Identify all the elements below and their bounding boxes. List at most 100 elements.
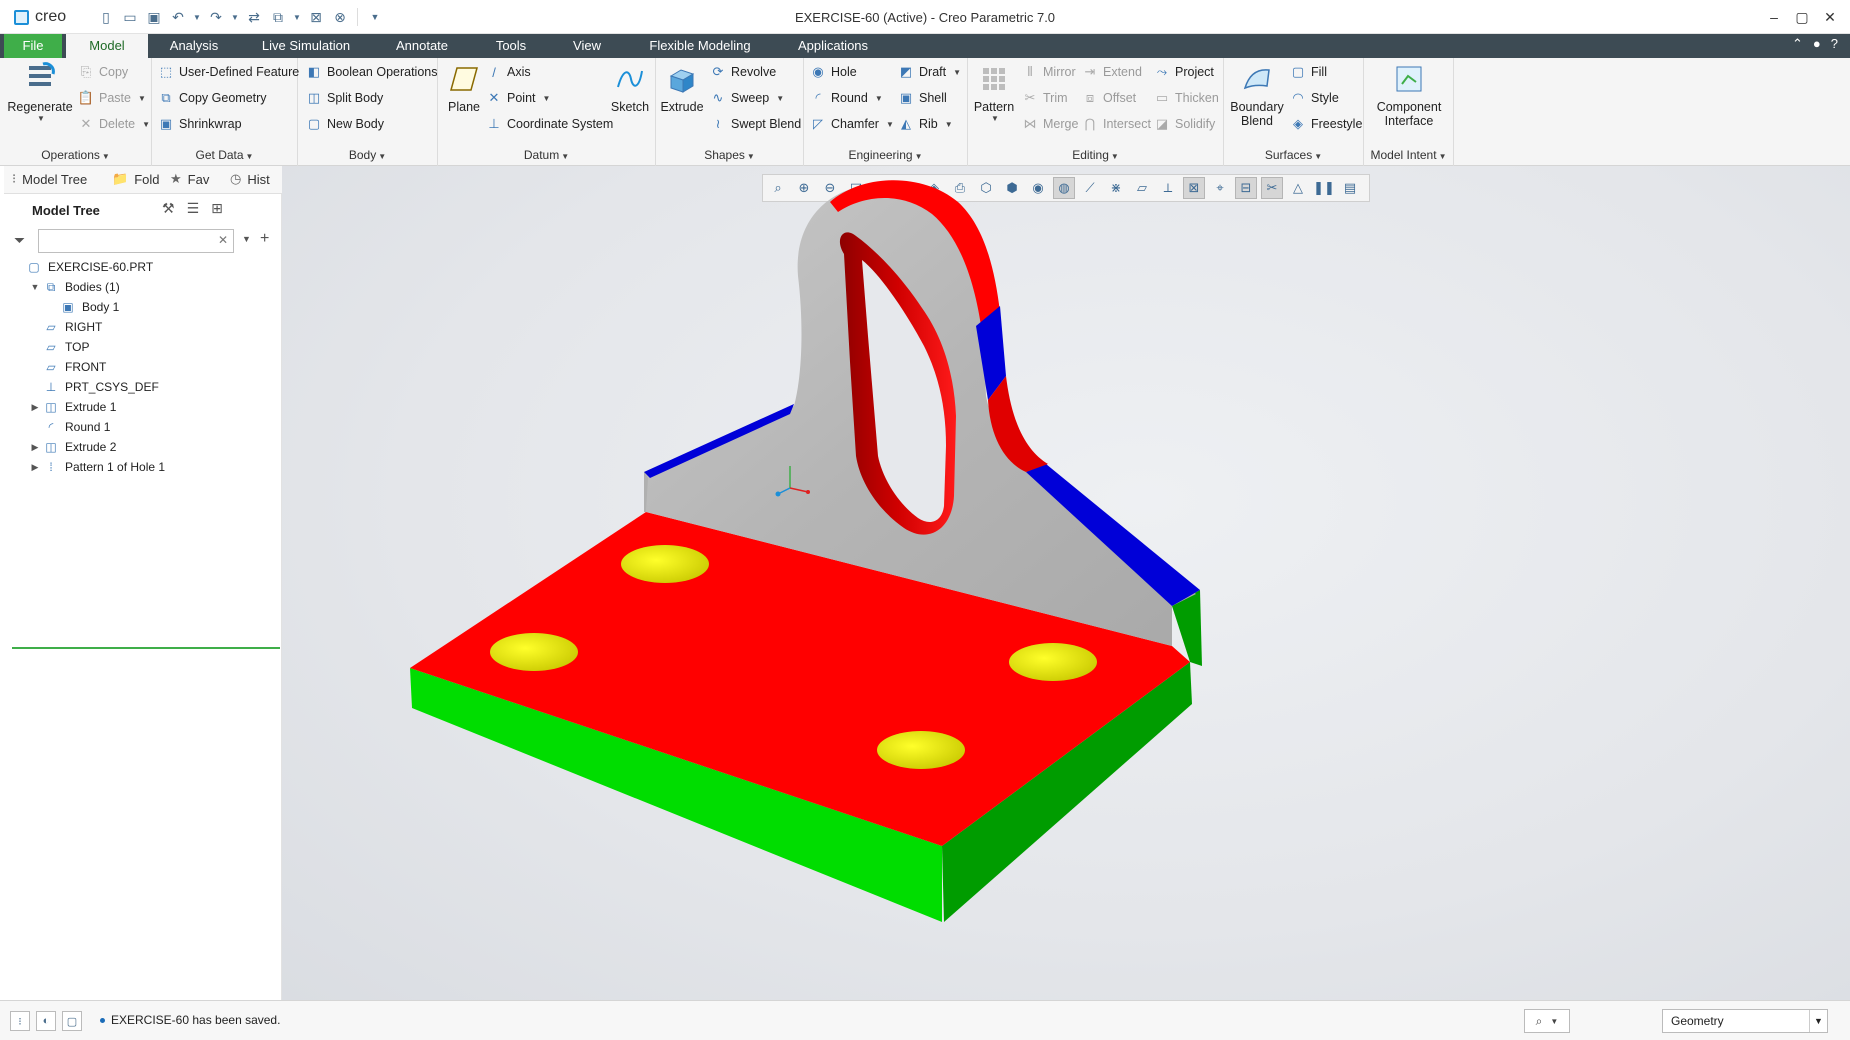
tab-folder-browser[interactable]: 📁 Fold: [112, 171, 159, 187]
chamfer-button[interactable]: ◸ Chamfer ▼: [810, 116, 894, 132]
expand-icon[interactable]: ▶: [29, 442, 41, 453]
freestyle-button[interactable]: ◈ Freestyle: [1290, 116, 1362, 132]
windows-icon[interactable]: ⧉: [268, 7, 288, 27]
tab-favorites[interactable]: ★ Fav: [170, 171, 209, 187]
paste-dropdown-icon[interactable]: ▼: [138, 94, 146, 103]
undo-dropdown-icon[interactable]: ▼: [192, 7, 202, 27]
tab-model[interactable]: Model: [66, 34, 148, 58]
new-body-button[interactable]: ▢ New Body: [306, 116, 384, 132]
tree-search-input[interactable]: [38, 229, 234, 253]
rib-dropdown-icon[interactable]: ▼: [945, 120, 953, 129]
tree-node[interactable]: ⊥ PRT_CSYS_DEF: [12, 377, 280, 397]
tree-node[interactable]: ▢ EXERCISE-60.PRT: [12, 257, 280, 277]
notification-icon[interactable]: ●: [1813, 36, 1821, 52]
sketch-button[interactable]: Sketch: [608, 62, 652, 114]
tab-file[interactable]: File: [4, 34, 62, 58]
draft-dropdown-icon[interactable]: ▼: [953, 68, 961, 77]
full-screen-icon[interactable]: ▢: [62, 1011, 82, 1031]
collapse-ribbon-icon[interactable]: ⌃: [1792, 36, 1803, 52]
shrinkwrap-button[interactable]: ▣ Shrinkwrap: [158, 116, 242, 132]
selection-filter-select[interactable]: Geometry ▼: [1662, 1009, 1828, 1033]
collapse-icon[interactable]: ▼: [29, 282, 41, 292]
round-dropdown-icon[interactable]: ▼: [875, 94, 883, 103]
axis-button[interactable]: / Axis: [486, 64, 530, 80]
close-window-button[interactable]: ✕: [1816, 4, 1844, 30]
tab-history[interactable]: ◷ Hist: [230, 171, 270, 187]
customize-dropdown-icon[interactable]: ▼: [365, 7, 385, 27]
tree-columns-icon[interactable]: ☰: [187, 200, 200, 217]
offset-button[interactable]: ⧈ Offset: [1082, 90, 1136, 106]
get-data-group-label[interactable]: Get Data ▼: [152, 148, 297, 162]
close-window-icon[interactable]: ⊠: [306, 7, 326, 27]
show-browser-icon[interactable]: ◐: [36, 1011, 56, 1031]
tree-node[interactable]: ▶ ◫ Extrude 2: [12, 437, 280, 457]
revolve-button[interactable]: ⟳ Revolve: [710, 64, 777, 80]
copy-button[interactable]: ⎘ Copy: [78, 64, 128, 80]
round-button[interactable]: ◜ Round ▼: [810, 90, 883, 106]
tab-live-simulation[interactable]: Live Simulation: [252, 34, 360, 58]
datum-group-label[interactable]: Datum ▼: [438, 148, 655, 162]
tree-node[interactable]: ▶ ⁞ Pattern 1 of Hole 1: [12, 457, 280, 477]
tab-view[interactable]: View: [568, 34, 606, 58]
clear-search-icon[interactable]: ✕: [218, 233, 228, 247]
open-folder-icon[interactable]: ▭: [120, 7, 140, 27]
plane-button[interactable]: Plane: [442, 62, 486, 114]
save-icon[interactable]: ▣: [144, 7, 164, 27]
thicken-button[interactable]: ▭ Thicken: [1154, 90, 1219, 106]
mirror-button[interactable]: ⫴ Mirror: [1022, 64, 1075, 80]
copy-geometry-button[interactable]: ⧉ Copy Geometry: [158, 90, 266, 106]
solidify-button[interactable]: ◪ Solidify: [1154, 116, 1215, 132]
sweep-button[interactable]: ∿ Sweep ▼: [710, 90, 785, 106]
body-group-label[interactable]: Body ▼: [298, 148, 437, 162]
draft-button[interactable]: ◩ Draft ▼: [898, 64, 961, 80]
pattern-dropdown-icon[interactable]: ▼: [991, 114, 999, 123]
regenerate-icon[interactable]: ⇄: [244, 7, 264, 27]
help-icon[interactable]: ?: [1831, 36, 1838, 52]
add-icon[interactable]: +: [260, 230, 269, 248]
boolean-operations-button[interactable]: ◧ Boolean Operations: [306, 64, 438, 80]
search-dropdown-icon[interactable]: ▼: [242, 234, 251, 244]
swept-blend-button[interactable]: ≀ Swept Blend: [710, 116, 802, 132]
boundary-blend-button[interactable]: Boundary Blend: [1228, 62, 1286, 128]
sweep-dropdown-icon[interactable]: ▼: [776, 94, 784, 103]
pattern-button[interactable]: Pattern ▼: [970, 62, 1018, 123]
redo-icon[interactable]: ↷: [206, 7, 226, 27]
chevron-down-icon[interactable]: ▼: [1809, 1010, 1827, 1032]
windows-dropdown-icon[interactable]: ▼: [292, 7, 302, 27]
hole-button[interactable]: ◉ Hole: [810, 64, 856, 80]
project-button[interactable]: ⤳ Project: [1154, 64, 1214, 80]
tree-node[interactable]: ◜ Round 1: [12, 417, 280, 437]
regenerate-button[interactable]: Regenerate ▼: [7, 62, 73, 123]
point-button[interactable]: ✕ Point ▼: [486, 90, 551, 106]
shapes-group-label[interactable]: Shapes ▼: [656, 148, 803, 162]
tab-annotate[interactable]: Annotate: [386, 34, 458, 58]
intersect-button[interactable]: ⋂ Intersect: [1082, 116, 1151, 132]
new-file-icon[interactable]: ▯: [96, 7, 116, 27]
engineering-group-label[interactable]: Engineering ▼: [804, 148, 967, 162]
shell-button[interactable]: ▣ Shell: [898, 90, 947, 106]
editing-group-label[interactable]: Editing ▼: [968, 148, 1223, 162]
expand-icon[interactable]: ▶: [29, 462, 41, 473]
delete-dropdown-icon[interactable]: ▼: [142, 120, 150, 129]
regenerate-dropdown-icon[interactable]: ▼: [37, 114, 45, 123]
extend-button[interactable]: ⇥ Extend: [1082, 64, 1142, 80]
3d-part-model[interactable]: [282, 166, 1850, 1000]
chamfer-dropdown-icon[interactable]: ▼: [886, 120, 894, 129]
tab-flexible-modeling[interactable]: Flexible Modeling: [640, 34, 760, 58]
point-dropdown-icon[interactable]: ▼: [543, 94, 551, 103]
paste-button[interactable]: 📋 Paste ▼: [78, 90, 146, 106]
tree-node[interactable]: ▱ FRONT: [12, 357, 280, 377]
tab-tools[interactable]: Tools: [488, 34, 534, 58]
coordinate-system-button[interactable]: ⊥ Coordinate System: [486, 116, 613, 132]
surfaces-group-label[interactable]: Surfaces ▼: [1224, 148, 1363, 162]
delete-button[interactable]: ✕ Delete ▼: [78, 116, 151, 132]
tab-applications[interactable]: Applications: [790, 34, 876, 58]
extrude-button[interactable]: Extrude: [660, 62, 704, 114]
fill-button[interactable]: ▢ Fill: [1290, 64, 1327, 80]
tree-filter-icon[interactable]: ⊞: [211, 200, 223, 217]
close-icon[interactable]: ⊗: [330, 7, 350, 27]
operations-group-label[interactable]: Operations ▼: [0, 148, 151, 162]
rib-button[interactable]: ◭ Rib ▼: [898, 116, 953, 132]
minimize-icon[interactable]: –: [1760, 4, 1788, 30]
tab-model-tree[interactable]: ⁝ Model Tree: [12, 171, 87, 187]
